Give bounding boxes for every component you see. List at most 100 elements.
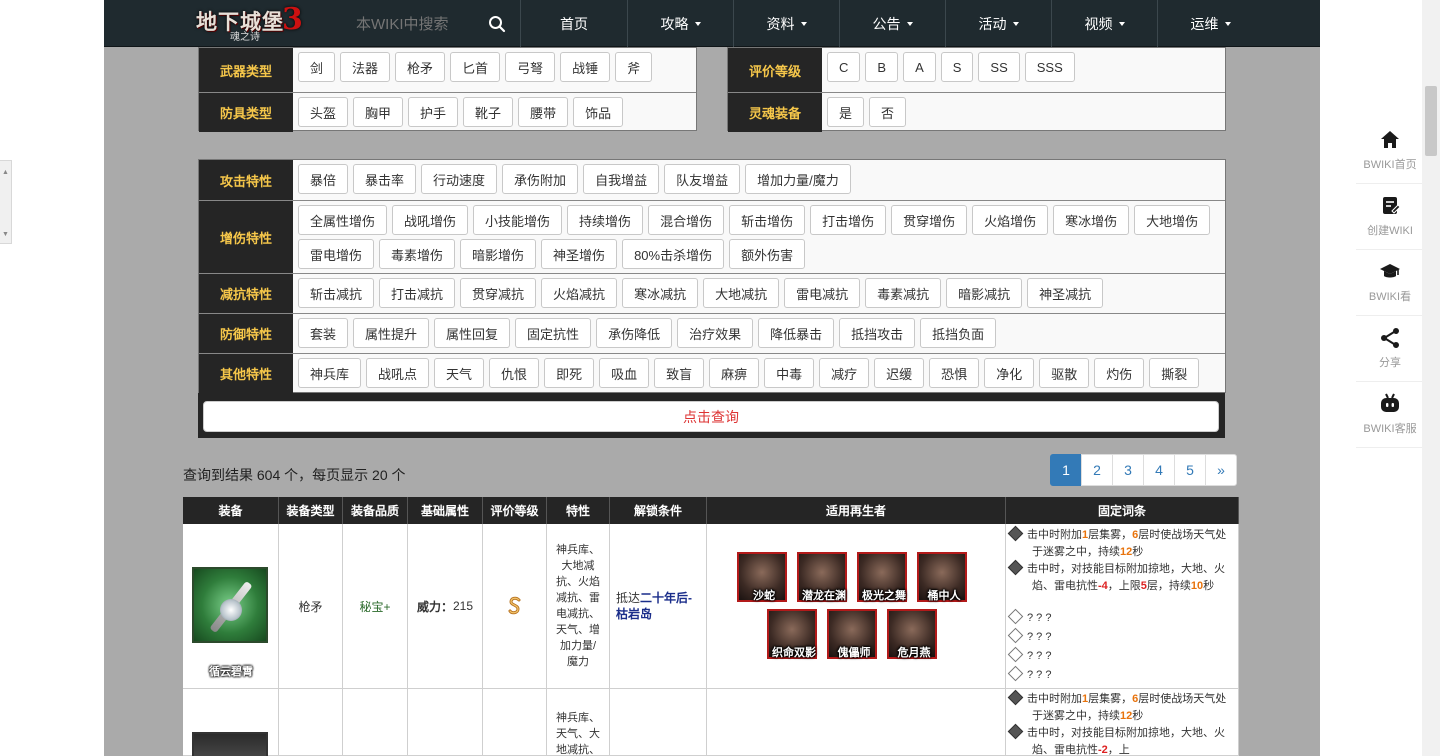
filter-option[interactable]: 饰品 (573, 97, 624, 127)
filter-option[interactable]: 治疗效果 (677, 318, 754, 348)
pagination-next[interactable]: » (1205, 454, 1237, 486)
query-button[interactable]: 点击查询 (203, 401, 1219, 432)
filter-option[interactable]: 剑 (298, 52, 336, 82)
filter-option[interactable]: 头盔 (298, 97, 349, 127)
character-portrait[interactable]: 织命双影 (767, 609, 817, 659)
filter-option[interactable]: 持续增伤 (567, 205, 644, 235)
filter-option[interactable]: 属性回复 (434, 318, 511, 348)
floating-sidebar-item[interactable]: BWIKI首页 (1356, 118, 1424, 184)
page-scrollbar[interactable] (1422, 0, 1440, 756)
filter-option[interactable]: 抵挡负面 (920, 318, 997, 348)
filter-option[interactable]: 神圣减抗 (1027, 278, 1104, 308)
filter-option[interactable]: 靴子 (463, 97, 514, 127)
filter-option[interactable]: 固定抗性 (515, 318, 592, 348)
nav-item-3[interactable]: 资料 (733, 0, 839, 47)
filter-option[interactable]: SS (978, 52, 1020, 82)
scrollbar-thumb[interactable] (1425, 86, 1437, 156)
filter-option[interactable]: 即死 (544, 358, 595, 388)
filter-option[interactable]: 雷电增伤 (298, 239, 375, 269)
filter-option[interactable]: 天气 (434, 358, 485, 388)
filter-option[interactable]: 大地减抗 (703, 278, 780, 308)
filter-option[interactable]: 斧 (615, 52, 653, 82)
filter-option[interactable]: 驱散 (1039, 358, 1090, 388)
filter-option[interactable]: 否 (869, 97, 907, 127)
filter-option[interactable]: 大地增伤 (1134, 205, 1211, 235)
equipment-image[interactable] (192, 732, 268, 756)
character-portrait[interactable]: 桶中人 (917, 552, 967, 602)
filter-option[interactable]: 是 (827, 97, 865, 127)
search-input[interactable] (340, 10, 490, 38)
nav-item-7[interactable]: 运维 (1157, 0, 1263, 47)
filter-option[interactable]: 暴倍 (298, 164, 349, 194)
filter-option[interactable]: 吸血 (599, 358, 650, 388)
filter-option[interactable]: 胸甲 (353, 97, 404, 127)
filter-option[interactable]: 额外伤害 (729, 239, 806, 269)
pagination-page[interactable]: 1 (1050, 454, 1082, 486)
filter-option[interactable]: 毒素减抗 (865, 278, 942, 308)
filter-option[interactable]: 腰带 (518, 97, 569, 127)
filter-option[interactable]: 战锤 (560, 52, 611, 82)
floating-sidebar-item[interactable]: BWIKI看 (1356, 250, 1424, 316)
filter-option[interactable]: 承伤附加 (502, 164, 579, 194)
filter-option[interactable]: 属性提升 (353, 318, 430, 348)
filter-option[interactable]: 减疗 (819, 358, 870, 388)
filter-option[interactable]: 贯穿增伤 (891, 205, 968, 235)
floating-sidebar-item[interactable]: 创建WIKI (1356, 184, 1424, 250)
site-logo[interactable]: 地下城堡 3 魂之诗 (192, 2, 310, 43)
filter-option[interactable]: 净化 (984, 358, 1035, 388)
filter-option[interactable]: 套装 (298, 318, 349, 348)
filter-option[interactable]: B (865, 52, 899, 82)
equipment-image[interactable] (192, 567, 268, 643)
filter-option[interactable]: 致盲 (654, 358, 705, 388)
left-collapse-handle[interactable]: ▲ ▼ (0, 160, 12, 244)
filter-option[interactable]: 灼伤 (1094, 358, 1145, 388)
filter-option[interactable]: 全属性增伤 (298, 205, 388, 235)
filter-option[interactable]: A (903, 52, 936, 82)
character-portrait[interactable]: 危月燕 (887, 609, 937, 659)
filter-option[interactable]: 混合增伤 (648, 205, 725, 235)
filter-option[interactable]: 行动速度 (421, 164, 498, 194)
filter-option[interactable]: 恐惧 (929, 358, 980, 388)
filter-option[interactable]: 暗影减抗 (946, 278, 1023, 308)
character-portrait[interactable]: 潜龙在渊 (797, 552, 847, 602)
filter-option[interactable]: 火焰减抗 (541, 278, 618, 308)
filter-option[interactable]: 斩击增伤 (729, 205, 806, 235)
filter-option[interactable]: 神圣增伤 (541, 239, 618, 269)
filter-option[interactable]: 队友增益 (664, 164, 741, 194)
pagination-page[interactable]: 2 (1081, 454, 1113, 486)
filter-option[interactable]: 贯穿减抗 (460, 278, 537, 308)
filter-option[interactable]: 80%击杀增伤 (622, 239, 725, 269)
filter-option[interactable]: 麻痹 (709, 358, 760, 388)
filter-option[interactable]: 战吼增伤 (392, 205, 469, 235)
nav-item-2[interactable]: 攻略 (627, 0, 733, 47)
pagination-page[interactable]: 3 (1112, 454, 1144, 486)
filter-option[interactable]: 暴击率 (353, 164, 417, 194)
pagination-page[interactable]: 5 (1174, 454, 1206, 486)
filter-option[interactable]: SSS (1024, 52, 1075, 82)
filter-option[interactable]: 毒素增伤 (379, 239, 456, 269)
filter-option[interactable]: 护手 (408, 97, 459, 127)
filter-option[interactable]: 打击增伤 (810, 205, 887, 235)
filter-option[interactable]: 暗影增伤 (460, 239, 537, 269)
filter-option[interactable]: 抵挡攻击 (839, 318, 916, 348)
filter-option[interactable]: 打击减抗 (379, 278, 456, 308)
filter-option[interactable]: 火焰增伤 (972, 205, 1049, 235)
filter-option[interactable]: 自我增益 (583, 164, 660, 194)
character-portrait[interactable]: 沙蛇 (737, 552, 787, 602)
search-icon[interactable] (488, 15, 506, 33)
nav-item-6[interactable]: 视频 (1051, 0, 1157, 47)
filter-option[interactable]: 撕裂 (1149, 358, 1200, 388)
filter-option[interactable]: 枪矛 (395, 52, 446, 82)
filter-option[interactable]: 法器 (340, 52, 391, 82)
character-portrait[interactable]: 傀儡师 (827, 609, 877, 659)
filter-option[interactable]: 寒冰增伤 (1053, 205, 1130, 235)
pagination-page[interactable]: 4 (1143, 454, 1175, 486)
filter-option[interactable]: 神兵库 (298, 358, 362, 388)
filter-option[interactable]: 弓弩 (505, 52, 556, 82)
filter-option[interactable]: 寒冰减抗 (622, 278, 699, 308)
floating-sidebar-item[interactable]: 分享 (1356, 316, 1424, 382)
filter-option[interactable]: S (940, 52, 974, 82)
filter-option[interactable]: 雷电减抗 (784, 278, 861, 308)
filter-option[interactable]: C (827, 52, 861, 82)
character-portrait[interactable]: 极光之舞 (857, 552, 907, 602)
